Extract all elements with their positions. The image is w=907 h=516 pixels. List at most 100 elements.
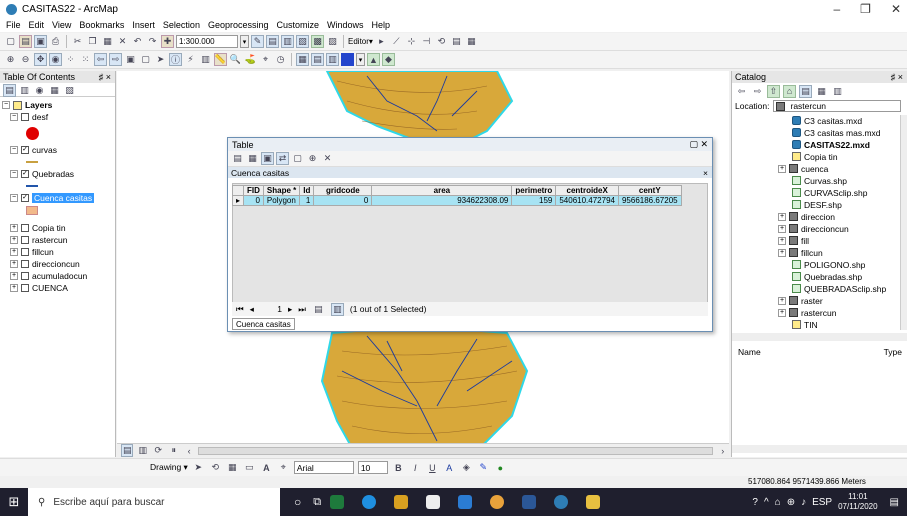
full-extent-icon[interactable]: ◉ bbox=[49, 53, 62, 66]
layer-visibility-checkbox[interactable] bbox=[21, 272, 29, 280]
layer-visibility-checkbox[interactable] bbox=[21, 224, 29, 232]
column-header-perimetro[interactable]: perimetro bbox=[511, 185, 557, 196]
expand-icon[interactable]: + bbox=[10, 248, 18, 256]
3d-tool-icon[interactable]: ▲ bbox=[367, 53, 380, 66]
cell-id[interactable]: 1 bbox=[299, 195, 315, 206]
italic-icon[interactable]: I bbox=[409, 461, 422, 474]
clock[interactable]: 11:01 07/11/2020 bbox=[838, 492, 877, 512]
layer-visibility-checkbox[interactable]: ✓ bbox=[21, 146, 29, 154]
volume-icon[interactable]: ♪ bbox=[801, 497, 806, 508]
toc-layer-fillcun[interactable]: + fillcun bbox=[10, 246, 54, 258]
toc-layer-cuenca-casitas[interactable]: − ✓ Cuenca casitas bbox=[10, 192, 95, 204]
previous-record-icon[interactable]: ◂ bbox=[250, 304, 254, 315]
expand-icon[interactable]: + bbox=[10, 224, 18, 232]
menu-edit[interactable]: Edit bbox=[29, 20, 45, 30]
time-slider-icon[interactable]: ◷ bbox=[274, 53, 287, 66]
layer-visibility-checkbox[interactable] bbox=[21, 248, 29, 256]
attribute-table[interactable]: FID Shape * Id gridcode area perimetro c… bbox=[231, 185, 682, 206]
table-tab[interactable]: Cuenca casitas bbox=[232, 318, 295, 330]
line-color-icon[interactable]: ✎ bbox=[477, 461, 490, 474]
rectangle-icon[interactable]: ▭ bbox=[243, 461, 256, 474]
toc-pin-close[interactable]: ♯ × bbox=[99, 72, 111, 82]
table-tab-close-icon[interactable]: × bbox=[703, 168, 708, 178]
cortana-icon[interactable]: ○ bbox=[294, 495, 301, 509]
find-icon[interactable]: 🔍 bbox=[229, 53, 242, 66]
mail-taskbar-icon[interactable] bbox=[458, 495, 473, 509]
layer-dropdown-icon[interactable]: ▾ bbox=[356, 53, 365, 66]
expand-icon[interactable]: + bbox=[778, 224, 786, 233]
paste-icon[interactable]: ▦ bbox=[101, 35, 114, 48]
layer-visibility-checkbox[interactable] bbox=[21, 113, 29, 121]
last-record-icon[interactable]: ⏭ bbox=[298, 304, 306, 315]
expand-icon[interactable]: + bbox=[778, 308, 786, 317]
table-options-icon[interactable]: ▤ bbox=[231, 152, 244, 165]
connect-folder-icon[interactable]: ▤ bbox=[799, 84, 812, 98]
close-button[interactable]: ✕ bbox=[891, 2, 901, 16]
edit-tool-icon[interactable]: ▸ bbox=[375, 35, 388, 48]
arcmap-taskbar-icon[interactable] bbox=[554, 495, 569, 509]
layer-visibility-checkbox[interactable] bbox=[21, 260, 29, 268]
expand-icon[interactable]: + bbox=[10, 272, 18, 280]
select-elements-icon[interactable]: ➤ bbox=[154, 53, 167, 66]
column-header-fid[interactable]: FID bbox=[243, 185, 264, 196]
catalog-item[interactable]: TIN bbox=[792, 319, 818, 330]
cell-perimetro[interactable]: 159 bbox=[511, 195, 557, 206]
cell-shape[interactable]: Polygon bbox=[262, 195, 301, 206]
toc-layer-rastercun[interactable]: + rastercun bbox=[10, 234, 67, 246]
catalog-item[interactable]: QUEBRADASclip.shp bbox=[792, 283, 886, 294]
color-swatch-icon[interactable] bbox=[341, 53, 354, 66]
rotate-icon[interactable]: ⟲ bbox=[435, 35, 448, 48]
map-scale-input[interactable]: 1:300.000 bbox=[176, 35, 238, 48]
expand-icon[interactable]: + bbox=[778, 212, 786, 221]
layer-visibility-checkbox[interactable]: ✓ bbox=[21, 170, 29, 178]
menu-selection[interactable]: Selection bbox=[163, 20, 200, 30]
find-route-icon[interactable]: ⛳ bbox=[244, 53, 257, 66]
delete-icon[interactable]: ✕ bbox=[116, 35, 129, 48]
next-record-icon[interactable]: ▸ bbox=[288, 304, 292, 315]
tray-chevron-icon[interactable]: ^ bbox=[764, 497, 769, 508]
catalog-item[interactable]: + fillcun bbox=[778, 247, 823, 258]
network-icon[interactable]: ⌂ bbox=[775, 497, 781, 508]
hyperlink-icon[interactable]: ⚡ bbox=[184, 53, 197, 66]
font-select[interactable]: Arial bbox=[293, 461, 354, 474]
taskbar-search-box[interactable]: ⚲ Escribe aquí para buscar bbox=[28, 488, 280, 516]
menu-windows[interactable]: Windows bbox=[327, 20, 364, 30]
cell-centroidex[interactable]: 540610.472794 bbox=[555, 195, 619, 206]
menu-insert[interactable]: Insert bbox=[132, 20, 155, 30]
catalog-item[interactable]: Copia tin bbox=[792, 151, 838, 162]
forward-icon[interactable]: ⇨ bbox=[751, 85, 764, 98]
windows-start-icon[interactable]: ⊞ bbox=[0, 494, 28, 510]
cell-gridcode[interactable]: 0 bbox=[313, 195, 373, 206]
bold-icon[interactable]: B bbox=[392, 461, 405, 474]
row-selector[interactable]: ▸ bbox=[231, 195, 245, 206]
toggle-contents-icon[interactable]: ▥ bbox=[831, 85, 844, 98]
collapse-icon[interactable]: − bbox=[2, 101, 10, 109]
expand-icon[interactable]: + bbox=[778, 296, 786, 305]
details-column-type[interactable]: Type bbox=[884, 347, 902, 358]
underline-icon[interactable]: U bbox=[426, 461, 439, 474]
new-document-icon[interactable]: ▢ bbox=[4, 35, 17, 48]
column-header-gridcode[interactable]: gridcode bbox=[313, 185, 373, 196]
catalog-item[interactable]: C3 casitas mas.mxd bbox=[792, 127, 881, 138]
search-window-icon[interactable]: ▧ bbox=[296, 35, 309, 48]
undo-icon[interactable]: ↶ bbox=[131, 35, 144, 48]
catalog-item[interactable]: + direccioncun bbox=[778, 223, 849, 234]
cut-icon[interactable]: ✂ bbox=[71, 35, 84, 48]
catalog-item[interactable]: + cuenca bbox=[778, 163, 828, 174]
measure-icon[interactable]: 📏 bbox=[214, 53, 227, 66]
column-header-area[interactable]: area bbox=[371, 185, 513, 196]
save-icon[interactable]: ▣ bbox=[34, 35, 47, 48]
expand-icon[interactable]: + bbox=[778, 164, 786, 173]
store-taskbar-icon[interactable] bbox=[426, 495, 441, 509]
back-icon[interactable]: ⇦ bbox=[735, 85, 748, 98]
collapse-icon[interactable]: − bbox=[10, 146, 18, 154]
record-position[interactable]: 1 bbox=[260, 304, 282, 314]
zoom-whole-page-icon[interactable]: ▦ bbox=[226, 461, 239, 474]
zoom-out-icon[interactable]: ⊖ bbox=[19, 53, 32, 66]
list-by-source-icon[interactable]: ▥ bbox=[18, 84, 31, 97]
toc-layer-cuenca[interactable]: + CUENCA bbox=[10, 282, 68, 294]
expand-icon[interactable]: + bbox=[10, 260, 18, 268]
input-language[interactable]: ESP bbox=[812, 497, 832, 508]
catalog-icon[interactable]: ▥ bbox=[281, 35, 294, 48]
attributes-icon[interactable]: ▤ bbox=[450, 35, 463, 48]
